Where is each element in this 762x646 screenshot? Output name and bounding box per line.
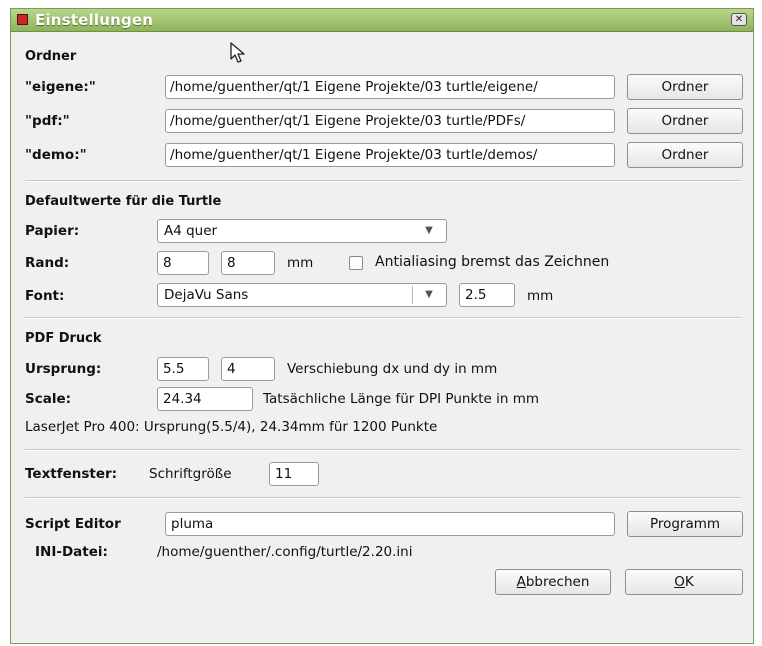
ordner-section-title: Ordner — [25, 49, 77, 64]
demo-path-text: /home/guenther/qt/1 Eigene Projekte/03 t… — [170, 147, 538, 163]
ursprung-label: Ursprung: — [25, 361, 102, 377]
separator — [25, 317, 741, 319]
font-size-textfenster-input[interactable]: 11 — [269, 462, 319, 486]
close-icon[interactable]: ✕ — [731, 13, 747, 26]
ursprung-x-input[interactable]: 5.5 — [157, 357, 209, 381]
pdf-section-title: PDF Druck — [25, 331, 102, 346]
rand-x-input[interactable]: 8 — [157, 251, 209, 275]
separator — [25, 449, 741, 451]
printer-note: LaserJet Pro 400: Ursprung(5.5/4), 24.34… — [25, 419, 438, 435]
combo-divider — [412, 286, 413, 304]
papier-label: Papier: — [25, 223, 80, 239]
eigene-ordner-button[interactable]: Ordner — [627, 74, 743, 100]
window-title: Einstellungen — [35, 11, 154, 29]
eigene-label: "eigene:" — [25, 79, 96, 95]
programm-button[interactable]: Programm — [627, 511, 743, 537]
eigene-path-text: /home/guenther/qt/1 Eigene Projekte/03 t… — [170, 79, 538, 95]
ok-label: K — [684, 574, 694, 590]
font-select[interactable]: DejaVu Sans ▼ — [157, 283, 447, 307]
mouse-pointer-icon — [230, 42, 245, 63]
ursprung-desc: Verschiebung dx und dy in mm — [287, 361, 498, 377]
demo-path-input[interactable]: /home/guenther/qt/1 Eigene Projekte/03 t… — [165, 143, 615, 167]
ok-mnemonic: O — [674, 574, 685, 590]
scale-input[interactable]: 24.34 — [157, 387, 253, 411]
script-editor-label: Script Editor — [25, 516, 121, 532]
cancel-button[interactable]: Abbrechen — [495, 569, 611, 595]
antialiasing-label: Antialiasing bremst das Zeichnen — [375, 254, 610, 270]
eigene-path-input[interactable]: /home/guenther/qt/1 Eigene Projekte/03 t… — [165, 75, 615, 99]
cancel-label: bbrechen — [525, 574, 590, 590]
demo-label: "demo:" — [25, 147, 87, 163]
rand-unit: mm — [287, 255, 314, 271]
cancel-mnemonic: A — [516, 574, 526, 590]
script-editor-input[interactable]: pluma — [165, 512, 615, 536]
font-value: DejaVu Sans — [164, 287, 249, 303]
pdf-ordner-button[interactable]: Ordner — [627, 108, 743, 134]
settings-dialog: Einstellungen ✕ Ordner "eigene:" /home/g… — [10, 8, 754, 644]
ursprung-y-input[interactable]: 4 — [221, 357, 275, 381]
textfenster-label: Textfenster: — [25, 466, 118, 482]
rand-label: Rand: — [25, 255, 70, 271]
pdf-path-text: /home/guenther/qt/1 Eigene Projekte/03 t… — [170, 113, 526, 129]
scale-label: Scale: — [25, 391, 72, 407]
chevron-down-icon: ▼ — [425, 289, 433, 300]
separator — [25, 180, 741, 182]
font-unit: mm — [527, 288, 554, 304]
scale-desc: Tatsächliche Länge für DPI Punkte in mm — [263, 391, 540, 407]
defaults-section-title: Defaultwerte für die Turtle — [25, 194, 222, 209]
separator — [25, 497, 741, 499]
antialiasing-checkbox[interactable] — [349, 256, 363, 270]
papier-select[interactable]: A4 quer ▼ — [157, 219, 447, 243]
ini-label: INI-Datei: — [35, 544, 108, 560]
demo-ordner-button[interactable]: Ordner — [627, 142, 743, 168]
app-icon — [17, 14, 28, 25]
ok-button[interactable]: OK — [625, 569, 743, 595]
pdf-path-input[interactable]: /home/guenther/qt/1 Eigene Projekte/03 t… — [165, 109, 615, 133]
font-size-input[interactable]: 2.5 — [459, 283, 515, 307]
font-label: Font: — [25, 288, 65, 304]
title-bar[interactable]: Einstellungen ✕ — [11, 9, 753, 32]
rand-y-input[interactable]: 8 — [221, 251, 275, 275]
chevron-down-icon: ▼ — [425, 225, 433, 236]
papier-value: A4 quer — [164, 223, 218, 239]
textfenster-desc: Schriftgröße — [149, 466, 232, 482]
ini-path: /home/guenther/.config/turtle/2.20.ini — [157, 544, 413, 560]
pdf-label: "pdf:" — [25, 113, 70, 129]
